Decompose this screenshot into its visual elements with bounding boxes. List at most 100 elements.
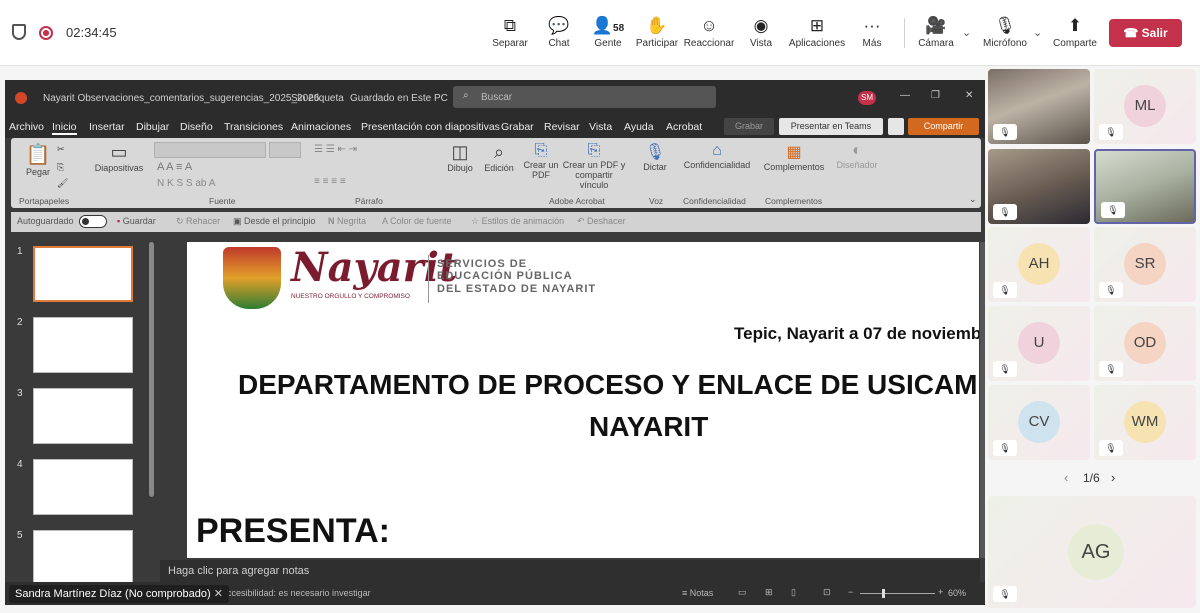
slide-canvas[interactable]: Nayarit NUESTRO ORGULLO Y COMPROMISO SER… [187,242,979,558]
group-portapapeles: Portapapeles [19,196,70,206]
video-tile-man-suit[interactable]: 🎙 [988,149,1090,224]
tab-presentacion[interactable]: Presentación con diapositivas [361,121,500,133]
slide-sorter-icon[interactable]: ⊞ [765,587,773,598]
normal-view-icon[interactable]: ▭ [738,587,747,598]
font-size-box[interactable] [269,142,301,158]
accessibility-status[interactable]: Accesibilidad: es necesario investigar [221,588,371,598]
tab-archivo[interactable]: Archivo [9,121,44,133]
tab-inicio[interactable]: Inicio [52,121,77,135]
tab-acrobat[interactable]: Acrobat [666,121,702,133]
addins-button[interactable]: ▦ Complementos [761,142,827,192]
tab-ayuda[interactable]: Ayuda [624,121,654,133]
dictate-button[interactable]: 🎙 Dictar [637,142,673,192]
slide-thumbnail-3[interactable] [33,388,133,444]
zoom-slider[interactable] [860,589,935,598]
leave-button[interactable]: ☎ Salir [1109,19,1182,47]
tab-animaciones[interactable]: Animaciones [291,121,351,133]
tab-grabar[interactable]: Grabar [501,121,534,133]
cut-icon[interactable]: ✂ [57,144,65,155]
restore-icon[interactable]: ❐ [931,90,940,101]
minimize-icon[interactable]: — [900,90,910,101]
slide-thumbnail-4[interactable] [33,459,133,515]
zoom-slider-thumb[interactable] [882,589,885,598]
tab-transiciones[interactable]: Transiciones [224,121,283,133]
presenter-mic-off-icon: ✕ [213,588,223,600]
participant-tile-ml[interactable]: ML 🎙 [1094,69,1196,144]
copy-icon[interactable]: ⎘ [57,162,64,173]
more-icon: ··· [863,16,881,35]
dictar-label: Dictar [643,162,667,172]
animation-styles-button[interactable]: ☆ Estilos de animación [471,216,564,227]
slide-thumbnail-1[interactable] [33,246,133,302]
designer-button[interactable]: ◐ Diseñador [833,142,881,192]
camera-button[interactable]: 🎥 Cámara [905,14,967,58]
mic-button[interactable]: 🎙 Micrófono [974,14,1036,58]
slide-presenta: PRESENTA: [196,512,390,550]
apps-button[interactable]: ⊞ Aplicaciones [786,14,848,58]
search-box[interactable]: ⌕ Buscar [453,86,716,108]
create-pdf-link-button[interactable]: ⎘ Crear un PDF y compartir vínculo [561,142,627,192]
vista-label: Vista [749,38,773,49]
paste-button[interactable]: 📋 Pegar [19,142,57,192]
grabar-button[interactable]: Grabar [724,118,774,135]
tab-dibujar[interactable]: Dibujar [136,121,169,133]
prev-page-icon[interactable]: ‹ [1064,470,1068,485]
close-icon[interactable]: ✕ [965,90,973,101]
tab-vista[interactable]: Vista [589,121,612,133]
avatar: AG [1068,524,1124,580]
thumbnail-scrollbar[interactable] [149,242,154,497]
comments-icon[interactable] [888,118,904,135]
bold-button[interactable]: N Negrita [328,216,366,226]
reading-view-icon[interactable]: ▯ [791,587,796,598]
slide-thumbnail-5[interactable] [33,530,133,586]
tab-insertar[interactable]: Insertar [89,121,125,133]
format-painter-icon[interactable]: 🖌 [57,178,68,189]
notes-placeholder: Haga clic para agregar notas [168,565,310,577]
slideshow-icon[interactable]: ⊡ [823,587,831,598]
more-button[interactable]: ··· Más [841,14,903,58]
participant-tile-ah[interactable]: AH 🎙 [988,227,1090,302]
notes-toggle[interactable]: ≡ Notas [682,588,713,598]
camera-options-chevron-icon[interactable]: ⌄ [962,26,971,39]
mic-options-chevron-icon[interactable]: ⌄ [1033,26,1042,39]
zoom-out-icon[interactable]: − [848,587,853,597]
next-page-icon[interactable]: › [1111,470,1115,485]
save-button[interactable]: ▪ Guardar [117,216,156,226]
redo-button[interactable]: ↻ Rehacer [176,216,220,227]
undo-button[interactable]: ↶ Deshacer [577,216,626,227]
font-color-button[interactable]: A Color de fuente [382,216,452,226]
share-button[interactable]: ⬆ Comparte [1044,14,1106,58]
avatar: ML [1124,85,1166,127]
sensitivity-button[interactable]: ⌂ Confidencialidad [679,142,755,192]
zoom-in-icon[interactable]: + [938,587,943,597]
participant-tile-u[interactable]: U 🎙 [988,306,1090,381]
grabar-label: Grabar [734,121,763,131]
ribbon-expand-chevron-icon[interactable]: ⌄ [969,194,977,205]
drawing-button[interactable]: ◫ Dibujo [442,142,478,192]
font-name-box[interactable] [154,142,266,158]
present-in-teams-button[interactable]: Presentar en Teams [779,118,883,135]
view-button[interactable]: ◉ Vista [730,14,792,58]
tab-diseno[interactable]: Diseño [180,121,213,133]
video-tile-room[interactable]: 🎙 [988,69,1090,144]
zoom-level[interactable]: 60% [948,588,966,598]
participant-tile-od[interactable]: OD 🎙 [1094,306,1196,381]
pdf-icon: ⎘ [534,142,548,159]
slide-thumbnail-2[interactable] [33,317,133,373]
notes-pane[interactable]: Haga clic para agregar notas [160,560,980,582]
autosave-toggle[interactable] [79,215,107,228]
from-start-button[interactable]: ▣ Desde el principio [233,216,316,227]
participant-tile-wm[interactable]: WM 🎙 [1094,385,1196,460]
mas-label: Más [862,38,882,49]
user-avatar[interactable]: SM [858,91,876,105]
self-view-tile[interactable]: AG 🎙 [988,496,1196,608]
participant-tile-sr[interactable]: SR 🎙 [1094,227,1196,302]
slide-scrollbar[interactable] [980,242,985,558]
participant-tile-cv[interactable]: CV 🎙 [988,385,1090,460]
create-pdf-button[interactable]: ⎘ Crear un PDF [521,142,561,192]
compartir-button[interactable]: Compartir [908,118,979,135]
video-tile-active-speaker[interactable]: 🎙 [1094,149,1196,224]
editing-button[interactable]: ⌕ Edición [480,142,518,192]
slides-button[interactable]: ▭ Diapositivas [91,142,147,192]
tab-revisar[interactable]: Revisar [544,121,580,133]
